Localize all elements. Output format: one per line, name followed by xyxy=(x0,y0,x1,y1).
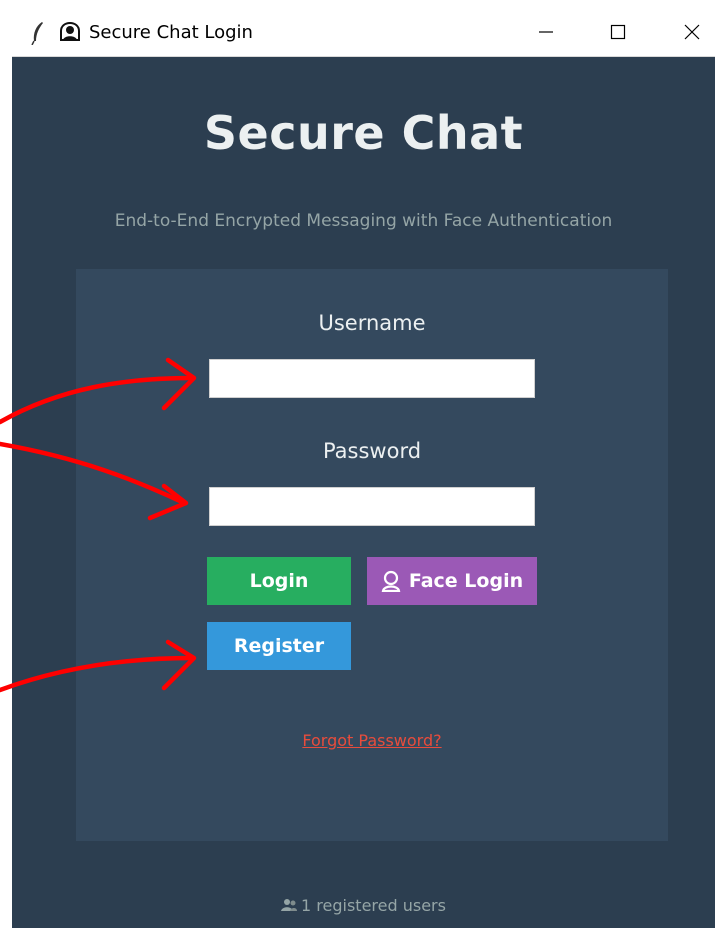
password-label: Password xyxy=(322,439,422,463)
register-button[interactable]: Register xyxy=(207,622,351,670)
username-label: Username xyxy=(318,311,426,335)
username-input[interactable] xyxy=(209,359,535,398)
face-login-button[interactable]: Face Login xyxy=(367,557,537,605)
forgot-password-link[interactable]: Forgot Password? xyxy=(76,731,668,750)
feather-icon xyxy=(28,21,50,46)
login-button[interactable]: Login xyxy=(207,557,351,605)
close-icon xyxy=(684,24,700,40)
registered-users-text: 1 registered users xyxy=(301,896,446,915)
maximize-icon xyxy=(610,24,626,40)
minimize-icon xyxy=(539,31,553,33)
face-icon xyxy=(381,570,401,592)
close-button[interactable] xyxy=(660,8,715,56)
maximize-button[interactable] xyxy=(586,8,650,56)
password-input[interactable] xyxy=(209,487,535,526)
login-button-label: Login xyxy=(249,570,309,592)
app-subtitle: End-to-End Encrypted Messaging with Face… xyxy=(114,211,613,231)
registered-users-status: 1 registered users xyxy=(12,896,715,916)
register-button-label: Register xyxy=(233,635,325,657)
users-icon xyxy=(281,897,298,916)
minimize-button[interactable] xyxy=(514,8,578,56)
title-bar: Secure Chat Login xyxy=(12,8,715,57)
app-icon xyxy=(58,21,80,43)
face-login-button-label: Face Login xyxy=(408,570,524,592)
login-window: Secure Chat Login Secure Chat End-to-End… xyxy=(12,8,715,928)
app-title: Secure Chat xyxy=(203,106,524,160)
window-title: Secure Chat Login xyxy=(89,22,253,43)
login-panel: Username Password Login Face Login Regis… xyxy=(76,269,668,841)
